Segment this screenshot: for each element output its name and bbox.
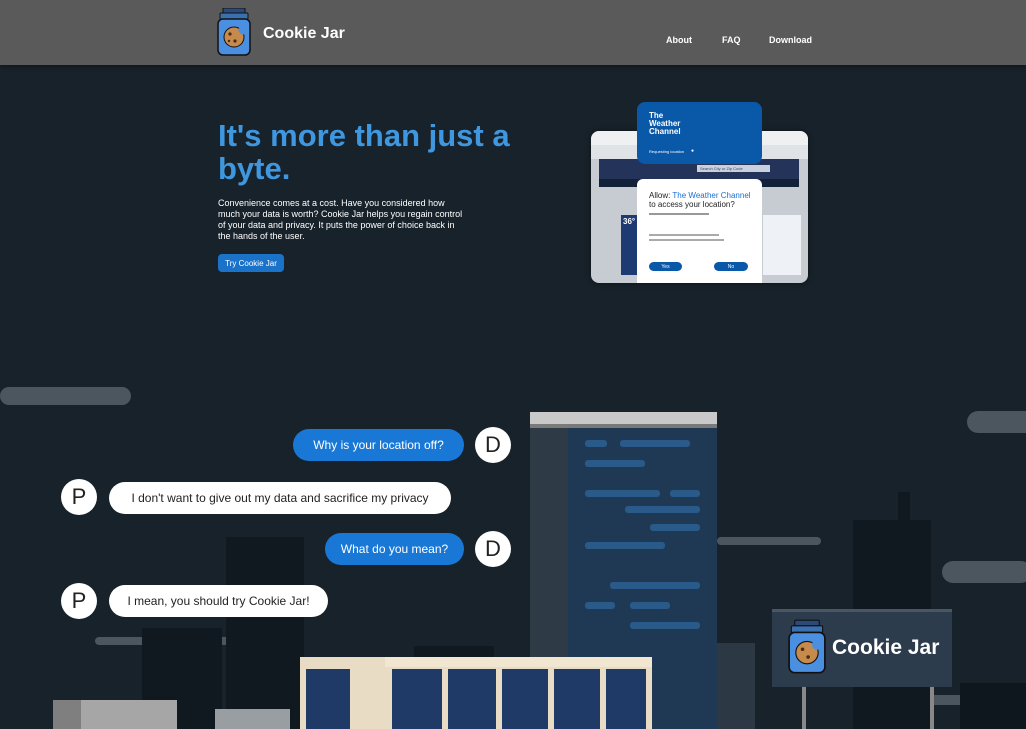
building-antenna	[898, 492, 910, 522]
avatar-p: P	[61, 583, 97, 619]
hero-description: Convenience comes at a cost. Have you co…	[218, 198, 463, 241]
cloud	[717, 537, 821, 545]
cloud	[967, 411, 1026, 433]
chat-message-p: I mean, you should try Cookie Jar!	[109, 585, 328, 617]
dialog-prefix: Allow:	[649, 191, 673, 200]
nav-faq[interactable]: FAQ	[722, 35, 741, 45]
avatar-d: D	[475, 427, 511, 463]
dialog-text-line	[649, 234, 719, 236]
brand-name[interactable]: Cookie Jar	[263, 25, 345, 43]
dialog-text-line	[649, 239, 724, 241]
chat-message-p: I don't want to give out my data and sac…	[109, 482, 451, 514]
cloud	[0, 387, 131, 405]
site-search-input: Search City or Zip Code	[697, 165, 770, 172]
cookie-jar-logo-icon	[788, 619, 826, 674]
building	[226, 537, 304, 729]
nav-about[interactable]: About	[666, 35, 692, 45]
billboard-text: Cookie Jar	[832, 636, 940, 659]
nav-download[interactable]: Download	[769, 35, 812, 45]
billboard-post	[930, 687, 934, 729]
site-header: Cookie Jar About FAQ Download	[0, 0, 1026, 65]
dialog-app-name: The Weather Channel	[672, 191, 751, 200]
avatar-p: P	[61, 479, 97, 515]
weather-channel-card: The Weather Channel Requesting location …	[637, 102, 762, 164]
cloud	[942, 561, 1026, 583]
cookie-jar-logo-icon[interactable]	[217, 8, 251, 56]
building	[215, 709, 290, 729]
billboard-post	[802, 687, 806, 729]
dialog-question: to access your location?	[649, 200, 735, 209]
office-building	[300, 657, 652, 729]
building	[715, 643, 755, 729]
requesting-location-text: Requesting location	[649, 149, 685, 154]
chat-message-d: Why is your location off?	[293, 429, 464, 461]
building	[53, 700, 81, 729]
billboard: Cookie Jar	[772, 609, 952, 687]
location-permission-dialog: Allow: The Weather Channel to access you…	[637, 179, 762, 283]
location-pin-icon: ●	[691, 148, 695, 154]
site-sidebar	[763, 215, 801, 275]
dialog-prompt: Allow: The Weather Channel to access you…	[649, 191, 759, 209]
building	[960, 683, 1026, 729]
avatar-d: D	[475, 531, 511, 567]
weather-channel-logo: The Weather Channel	[649, 111, 681, 136]
hero-title: It's more than just a byte.	[218, 118, 510, 186]
dialog-text-line	[649, 213, 709, 215]
try-cookie-jar-button[interactable]: Try Cookie Jar	[218, 254, 284, 272]
dialog-yes-button[interactable]: Yes	[649, 262, 682, 271]
dialog-no-button[interactable]: No	[714, 262, 748, 271]
chat-message-d: What do you mean?	[325, 533, 464, 565]
